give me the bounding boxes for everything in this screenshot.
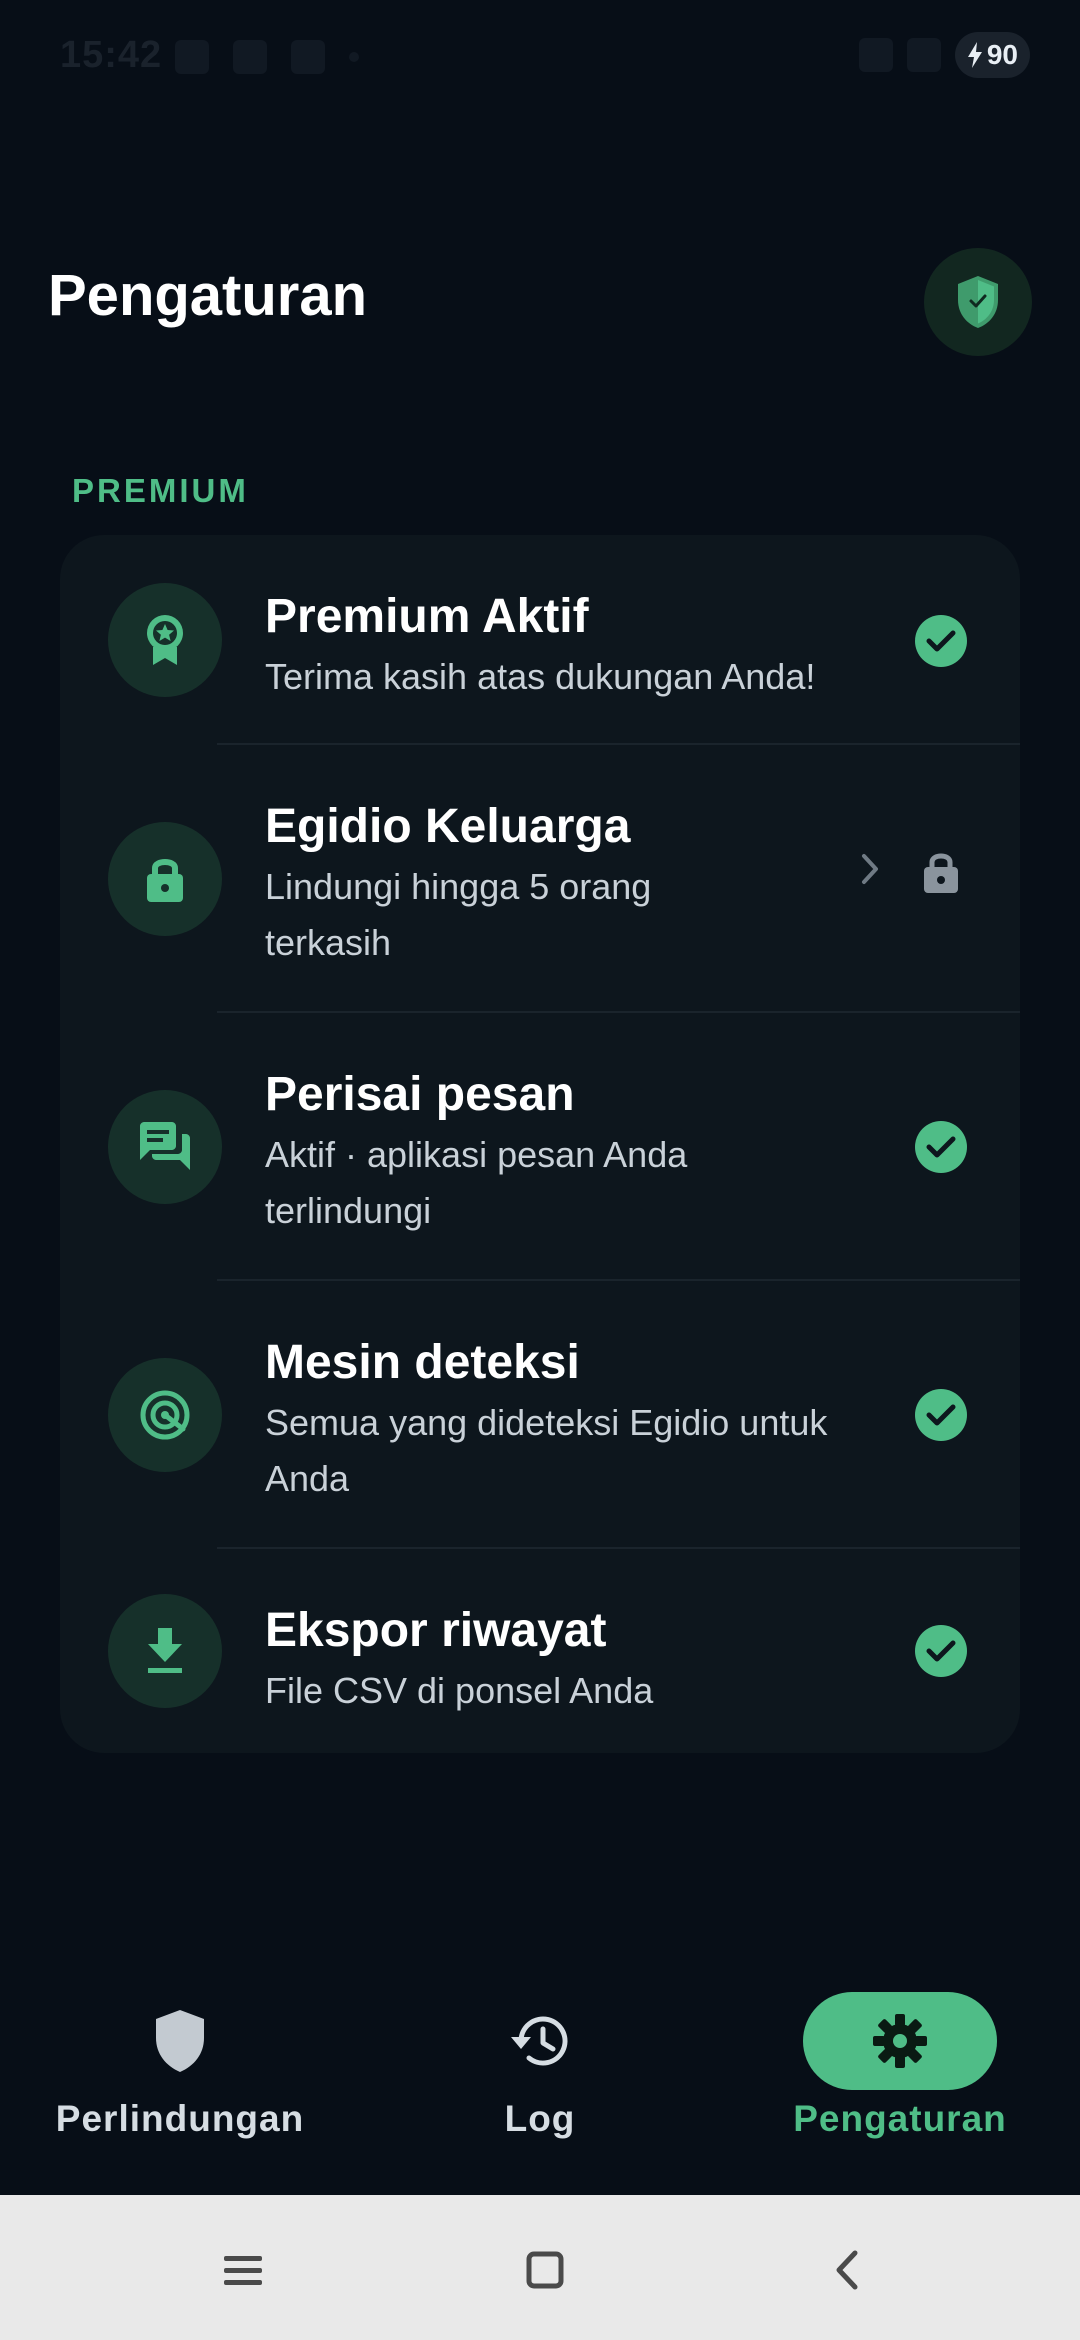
row-icon-container xyxy=(108,1358,222,1472)
row-subtitle: File CSV di ponsel Anda xyxy=(265,1670,654,1711)
settings-row-premium-aktif[interactable]: Premium Aktif Terima kasih atas dukungan… xyxy=(60,535,1020,745)
gear-icon xyxy=(873,2014,927,2068)
premium-settings-card: Premium Aktif Terima kasih atas dukungan… xyxy=(60,535,1020,1753)
row-title: Premium Aktif xyxy=(265,590,589,643)
battery-level: 90 xyxy=(986,39,1018,70)
status-system-icons: 90 xyxy=(858,32,1030,78)
row-icon-container xyxy=(108,583,222,697)
nav-icon-container xyxy=(83,1992,277,2090)
row-icon-container xyxy=(108,1594,222,1708)
section-label-premium: PREMIUM xyxy=(72,472,249,509)
check-icon xyxy=(915,1625,967,1677)
nav-item-pengaturan[interactable]: Pengaturan xyxy=(720,1960,1080,2160)
check-icon xyxy=(915,1389,967,1441)
status-time: 15:42 xyxy=(60,34,163,76)
row-subtitle: Lindungi hingga 5 orang terkasih xyxy=(265,866,652,963)
row-subtitle: Semua yang dideteksi Egidio untuk Anda xyxy=(265,1402,828,1499)
chevron-right-icon xyxy=(860,851,880,896)
settings-row-egidio-keluarga[interactable]: Egidio Keluarga Lindungi hingga 5 orang … xyxy=(60,745,1020,1013)
status-notification-icons xyxy=(175,40,359,74)
nav-label: Log xyxy=(504,2098,576,2139)
nav-icon-container xyxy=(443,1992,637,2090)
row-subtitle: Terima kasih atas dukungan Anda! xyxy=(265,656,816,697)
page-title: Pengaturan xyxy=(48,263,368,328)
shield-icon xyxy=(156,2010,204,2072)
check-icon xyxy=(915,1121,967,1173)
dot-icon xyxy=(349,52,359,62)
nav-label: Perlindungan xyxy=(55,2098,305,2139)
row-icon-container xyxy=(108,822,222,936)
nav-item-log[interactable]: Log xyxy=(360,1960,720,2160)
row-title: Perisai pesan xyxy=(265,1068,575,1121)
nav-item-perlindungan[interactable]: Perlindungan xyxy=(0,1960,360,2160)
battery-indicator: 90 xyxy=(954,32,1030,78)
locked-status-icon xyxy=(922,849,960,900)
bottom-navigation: Perlindungan Log Pengaturan xyxy=(0,1960,1080,2195)
app-shield-badge[interactable] xyxy=(924,248,1032,356)
status-bar: 15:42 90 xyxy=(0,30,1080,86)
row-icon-container xyxy=(108,1090,222,1204)
target-icon xyxy=(140,1390,190,1440)
location-icon xyxy=(291,40,325,74)
menu-icon[interactable] xyxy=(208,2235,278,2305)
settings-row-ekspor-riwayat[interactable]: Ekspor riwayat File CSV di ponsel Anda xyxy=(60,1549,1020,1753)
row-title: Egidio Keluarga xyxy=(265,800,631,853)
shield-status-icon xyxy=(233,40,267,74)
hotspot-icon xyxy=(858,38,893,72)
check-icon xyxy=(915,615,967,667)
shield-check-icon xyxy=(958,276,998,328)
nav-label: Pengaturan xyxy=(793,2098,1007,2139)
row-title: Ekspor riwayat xyxy=(265,1604,607,1657)
badge-icon xyxy=(147,615,183,665)
row-title: Mesin deteksi xyxy=(265,1336,580,1389)
screenshot-icon xyxy=(175,40,209,74)
lock-icon xyxy=(147,859,183,902)
history-icon xyxy=(511,2016,568,2066)
sim-icon xyxy=(906,38,941,72)
chat-icon xyxy=(140,1122,190,1170)
settings-row-perisai-pesan[interactable]: Perisai pesan Aktif · aplikasi pesan And… xyxy=(60,1013,1020,1281)
home-square-icon[interactable] xyxy=(510,2235,580,2305)
charging-bolt-icon xyxy=(967,42,982,68)
row-subtitle: Aktif · aplikasi pesan Anda terlindungi xyxy=(265,1134,688,1231)
system-navigation-bar xyxy=(0,2195,1080,2340)
back-icon[interactable] xyxy=(812,2235,882,2305)
download-icon xyxy=(148,1628,182,1673)
settings-screen: 15:42 90 Pengaturan PREMIUM Premium Akti… xyxy=(0,0,1080,2340)
nav-icon-container-active xyxy=(803,1992,997,2090)
settings-row-mesin-deteksi[interactable]: Mesin deteksi Semua yang dideteksi Egidi… xyxy=(60,1281,1020,1549)
